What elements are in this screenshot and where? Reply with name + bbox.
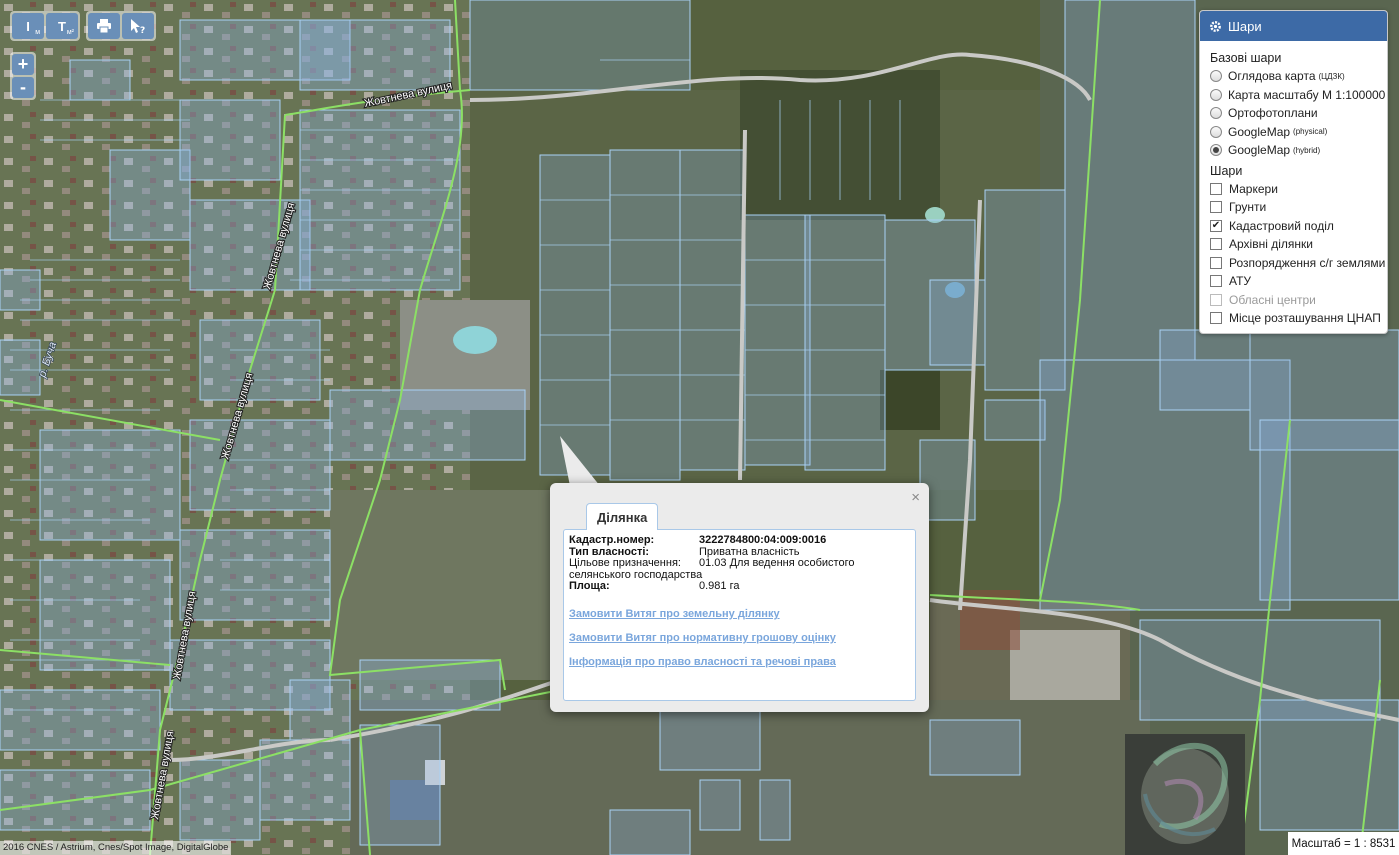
overlay-label: Архівні ділянки	[1229, 237, 1313, 252]
checkbox-cnap[interactable]	[1210, 312, 1222, 325]
radio-orthophoto[interactable]	[1210, 107, 1222, 120]
base-layer-google-hybrid[interactable]: GoogleMap (hybrid)	[1210, 141, 1379, 160]
base-layer-orthophoto[interactable]: Ортофотоплани	[1210, 104, 1379, 123]
checkbox-agri[interactable]	[1210, 256, 1222, 269]
area-ruler-icon: T	[58, 18, 66, 34]
svg-text:?: ?	[140, 26, 145, 34]
measure-length-button[interactable]: I м	[12, 13, 44, 39]
measure-tools: I м T м²	[10, 11, 80, 41]
map-toolbar: I м T м² ?	[10, 11, 156, 41]
cadastral-label: Кадастр.номер:	[569, 534, 655, 546]
popup-pointer	[560, 436, 600, 486]
base-layer-sup: (hybrid)	[1293, 145, 1321, 155]
cadastral-value: 3222784800:04:009:0016	[699, 534, 827, 546]
base-layers-title: Базові шари	[1210, 51, 1282, 65]
pointer-question-icon: ?	[131, 19, 145, 34]
base-layer-sup: (physical)	[1293, 127, 1328, 137]
overlay-agri[interactable]: Розпорядження с/г землями	[1210, 254, 1385, 273]
ruler-icon: I	[26, 18, 30, 34]
layers-title: Шари	[1228, 18, 1262, 34]
radio-google-physical[interactable]	[1210, 125, 1222, 138]
overlay-label: Грунти	[1229, 200, 1267, 215]
overview-map[interactable]	[1125, 734, 1245, 855]
overlay-archive[interactable]: Архівні ділянки	[1210, 235, 1379, 254]
identify-button[interactable]: ?	[122, 13, 154, 39]
checkbox-cadastral[interactable]: ✔	[1210, 219, 1222, 232]
overlay-label: Розпорядження с/г землями	[1229, 255, 1386, 270]
order-extract-link[interactable]: Замовити Витяг про земельну ділянку	[569, 608, 780, 620]
layers-header[interactable]: Шари	[1200, 11, 1387, 41]
gear-icon	[1210, 20, 1221, 32]
map-attribution: 2016 CNES / Astrium, Cnes/Spot Image, Di…	[0, 841, 232, 855]
checkbox-atu[interactable]	[1210, 275, 1222, 288]
overlay-layers-title: Шари	[1210, 163, 1243, 178]
zoom-out-button[interactable]: -	[12, 77, 34, 98]
base-layer-100000[interactable]: Карта масштабу М 1:100000	[1210, 86, 1385, 105]
layers-panel: Шари Базові шари Оглядова карта (ЦДЗК) К…	[1199, 10, 1388, 334]
base-layer-label: GoogleMap	[1228, 143, 1291, 158]
print-button[interactable]	[88, 13, 120, 39]
radio-overview[interactable]	[1210, 70, 1222, 83]
scale-indicator: Масштаб = 1 : 8531	[1288, 832, 1399, 855]
overlay-atu[interactable]: АТУ	[1210, 272, 1379, 291]
base-layer-overview[interactable]: Оглядова карта (ЦДЗК)	[1210, 67, 1379, 86]
tab-parcel[interactable]: Ділянка	[586, 503, 659, 530]
satellite-map[interactable]: Жовтнева вулиця Жовтнева вулиця Жовтнева…	[0, 0, 1399, 855]
zoom-control: + -	[10, 52, 36, 100]
overlay-label: АТУ	[1229, 274, 1252, 289]
parcel-info-panel: Кадастр.номер: 3222784800:04:009:0016 Ти…	[563, 529, 916, 701]
printer-icon	[97, 19, 111, 33]
purpose-value: 01.03 Для ведення особистого	[699, 557, 855, 569]
zoom-in-button[interactable]: +	[12, 54, 34, 75]
parcel-popup: × Ділянка Кадастр.номер: 3222784800:04:0…	[550, 483, 929, 712]
overlay-regional-centers: Обласні центри	[1210, 291, 1379, 310]
order-valuation-link[interactable]: Замовити Витяг про нормативну грошову оц…	[569, 632, 836, 644]
checkbox-soils[interactable]	[1210, 201, 1222, 214]
base-layer-label: GoogleMap	[1228, 124, 1291, 139]
print-identify-tools: ?	[86, 11, 156, 41]
ownership-rights-link[interactable]: Інформація про право власності та речові…	[569, 656, 836, 668]
radio-100000[interactable]	[1210, 88, 1222, 101]
overlay-cadastral[interactable]: ✔ Кадастровий поділ	[1210, 217, 1379, 236]
close-icon[interactable]: ×	[911, 489, 920, 506]
base-layer-label: Карта масштабу М 1:100000	[1228, 87, 1386, 102]
overlay-label: Обласні центри	[1229, 292, 1316, 307]
base-layer-label: Оглядова карта	[1228, 69, 1316, 84]
parcel-attributes: Кадастр.номер: 3222784800:04:009:0016 Ти…	[569, 534, 899, 593]
overlay-label: Місце розташування ЦНАП	[1229, 311, 1381, 326]
overlay-soils[interactable]: Грунти	[1210, 198, 1379, 217]
overlay-cnap[interactable]: Місце розташування ЦНАП	[1210, 309, 1381, 328]
checkbox-regional-centers	[1210, 293, 1222, 306]
length-unit: м	[35, 29, 40, 36]
area-label: Площа:	[569, 580, 610, 592]
checkbox-archive[interactable]	[1210, 238, 1222, 251]
radio-google-hybrid[interactable]	[1210, 144, 1222, 157]
overlay-markers[interactable]: Маркери	[1210, 180, 1379, 199]
overlay-label: Кадастровий поділ	[1229, 218, 1334, 233]
checkbox-markers[interactable]	[1210, 182, 1222, 195]
base-layer-label: Ортофотоплани	[1228, 106, 1318, 121]
area-unit: м²	[66, 29, 74, 36]
overlay-label: Маркери	[1229, 181, 1278, 196]
area-value: 0.981 га	[699, 580, 740, 592]
base-layer-google-physical[interactable]: GoogleMap (physical)	[1210, 123, 1379, 142]
base-layer-sup: (ЦДЗК)	[1318, 71, 1345, 81]
purpose-label: Цільове призначення:	[569, 557, 681, 569]
measure-area-button[interactable]: T м²	[46, 13, 78, 39]
